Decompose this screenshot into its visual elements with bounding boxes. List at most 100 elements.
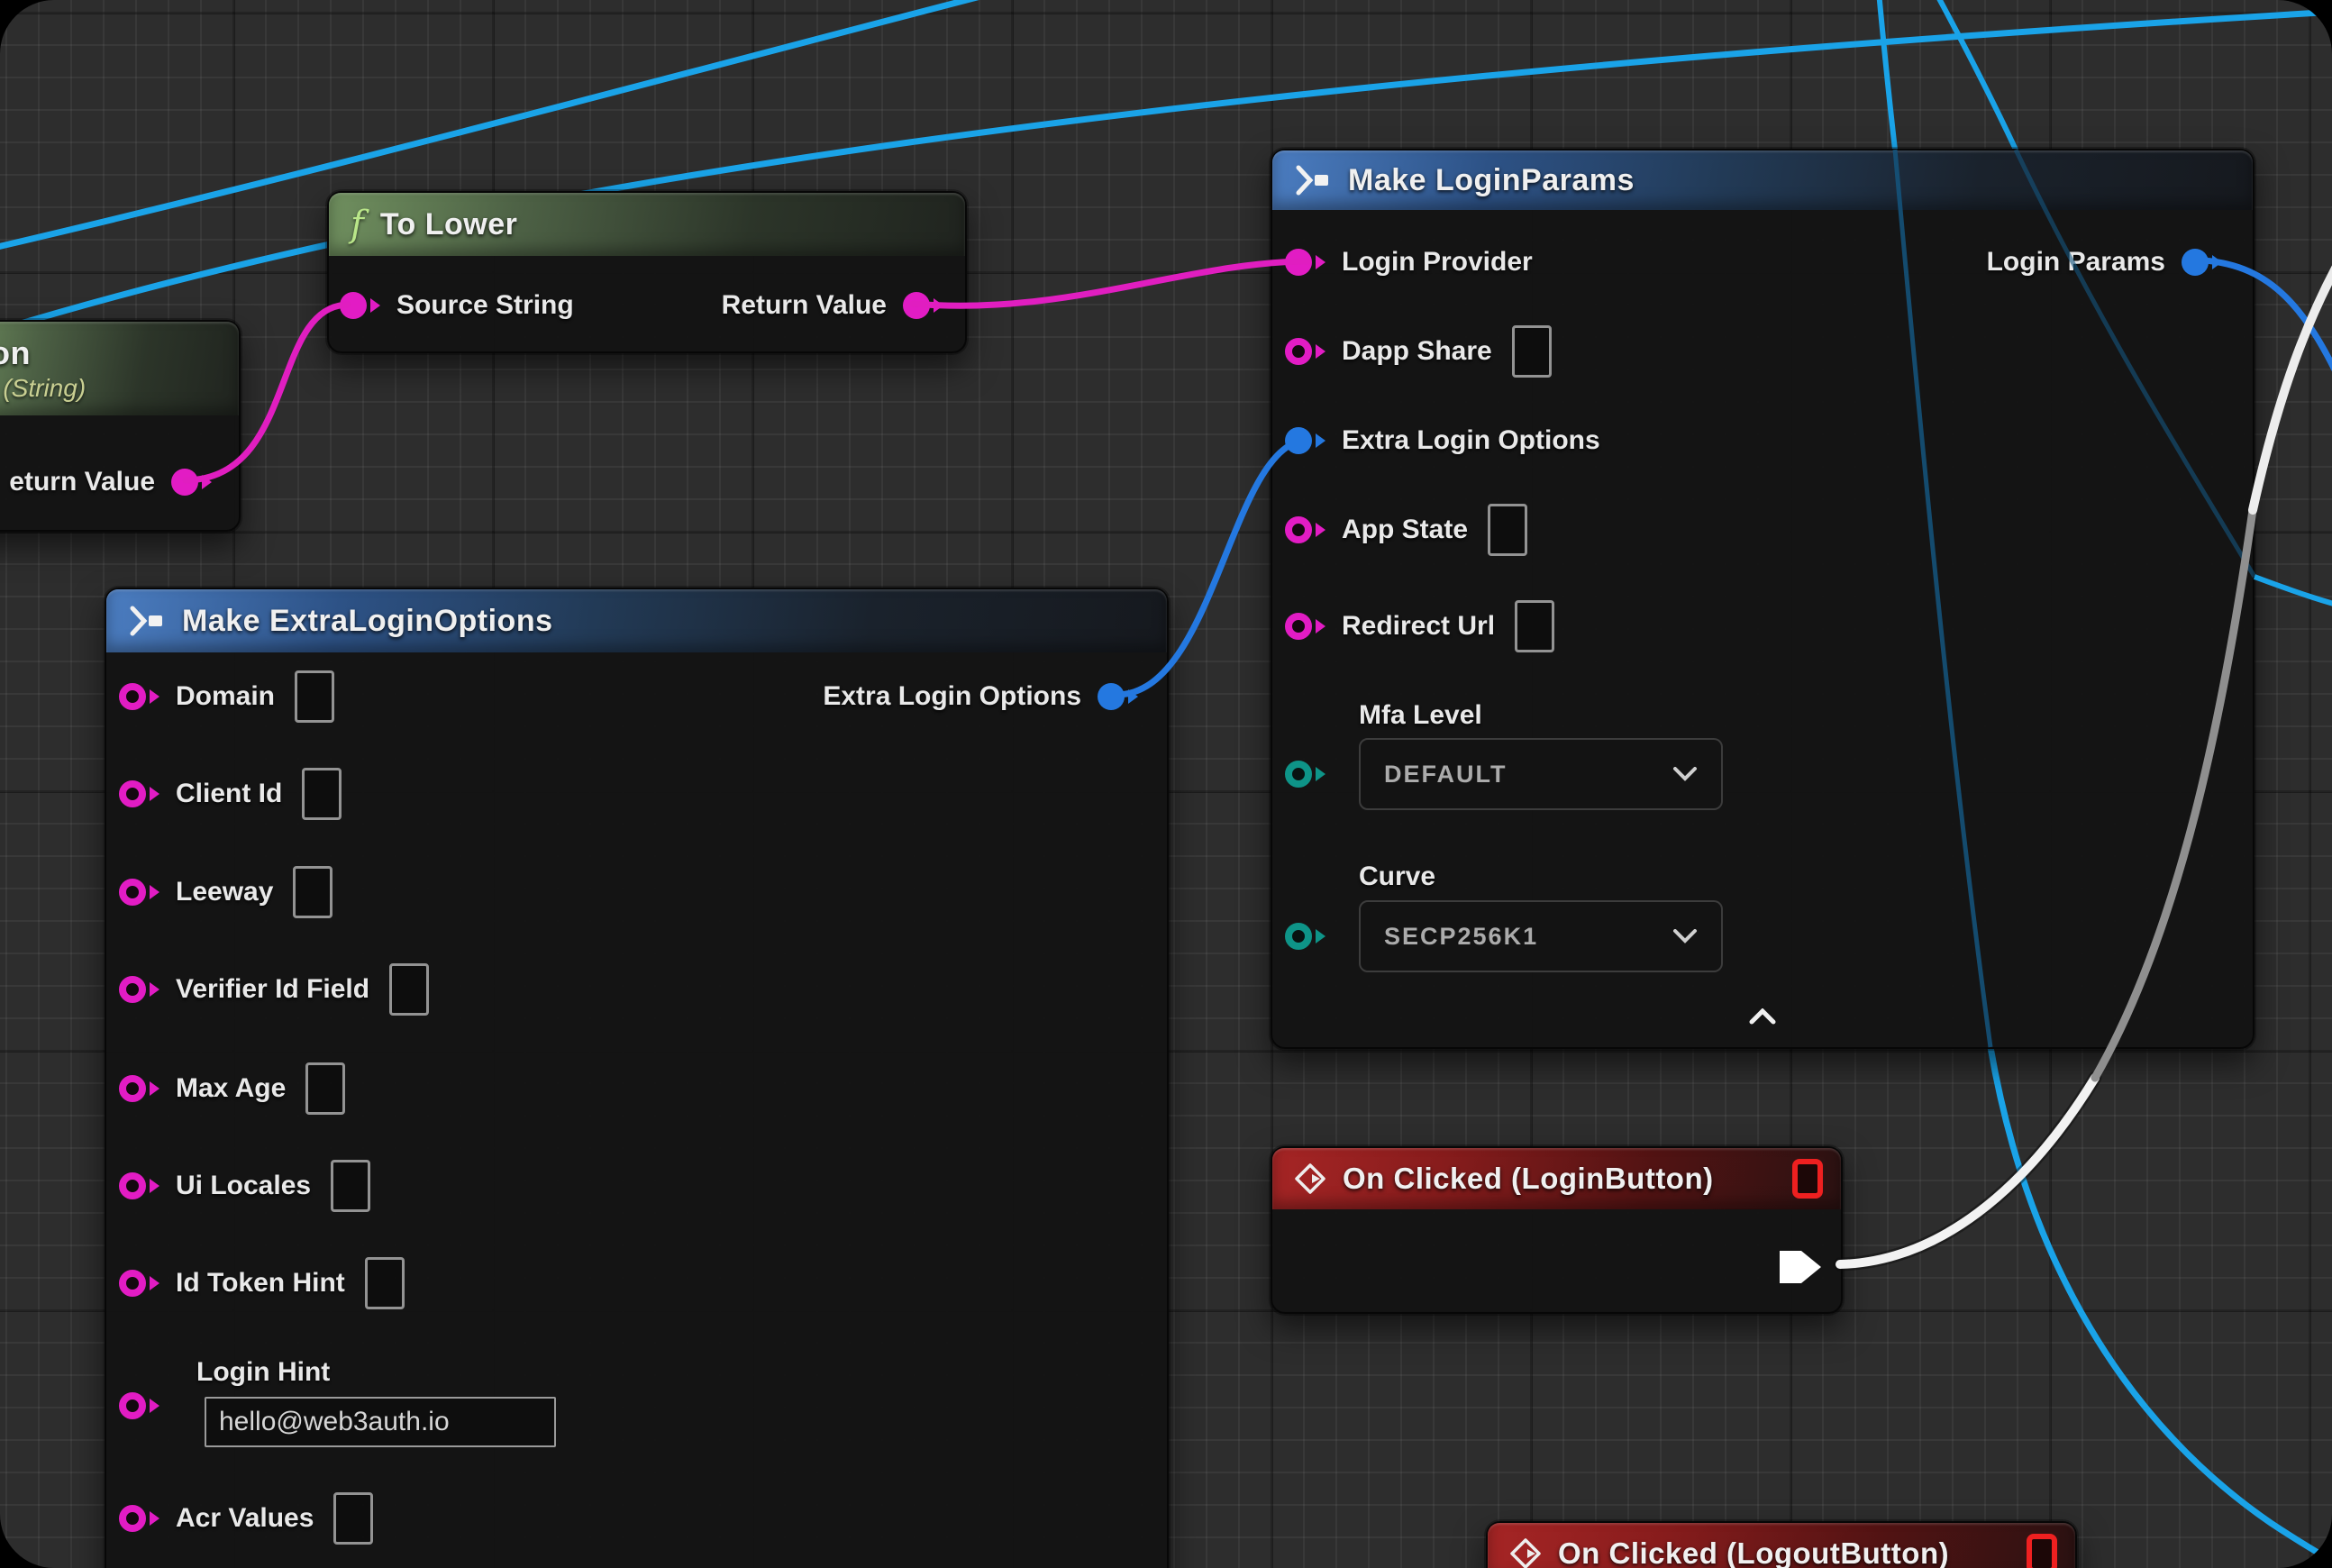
output-pin-login-params[interactable] — [2182, 249, 2209, 276]
input-pin-login-provider[interactable] — [1285, 249, 1312, 276]
node-make-login-params[interactable]: Make LoginParams Login Provider Login Pa… — [1271, 149, 2255, 1049]
pin-row-id-token-hint: Id Token Hint — [119, 1257, 405, 1309]
input-pin-app-state[interactable] — [1285, 516, 1312, 543]
input-pin-redirect-url[interactable] — [1285, 613, 1312, 640]
pin-row-login-hint — [119, 1392, 159, 1419]
mfa-level-value: DEFAULT — [1384, 761, 1508, 789]
output-pin-string[interactable] — [171, 469, 198, 496]
blueprint-graph-canvas[interactable]: tion ox (String) eturn Value f To Lower … — [0, 0, 2332, 1568]
value-box-redirect-url[interactable] — [1515, 600, 1554, 652]
input-pin-client-id[interactable] — [119, 780, 146, 807]
pin-wedge-icon — [934, 298, 943, 313]
node-to-lower-header[interactable]: f To Lower — [329, 193, 965, 256]
value-box-app-state[interactable] — [1488, 504, 1527, 556]
pin-wedge-icon — [1316, 767, 1325, 781]
node-title: Make ExtraLoginOptions — [182, 604, 553, 639]
value-box-domain[interactable] — [295, 670, 334, 723]
pin-label: Login Params — [1987, 247, 2165, 278]
mfa-level-dropdown[interactable]: DEFAULT — [1359, 738, 1723, 810]
wire-string-tolower-to-loginprovider — [913, 261, 1308, 305]
chevron-up-icon — [1749, 1008, 1776, 1025]
function-icon: f — [351, 204, 364, 245]
node-on-clicked-logout-button[interactable]: On Clicked (LogoutButton) — [1486, 1521, 2077, 1568]
curve-dropdown[interactable]: SECP256K1 — [1359, 900, 1723, 972]
output-pin-extra-login-options[interactable] — [1098, 683, 1125, 710]
value-box-verifier-id-field[interactable] — [389, 963, 429, 1016]
input-pin-source-string[interactable] — [340, 292, 367, 319]
output-pin-return-value[interactable] — [903, 292, 930, 319]
pin-wedge-icon — [1316, 523, 1325, 537]
pin-row-app-state: App State — [1285, 504, 1527, 556]
input-pin-ui-locales[interactable] — [119, 1172, 146, 1199]
node-truncated-function-header[interactable]: tion ox (String) — [0, 322, 239, 415]
pin-label: Verifier Id Field — [176, 974, 369, 1005]
event-enabled-indicator — [2027, 1534, 2057, 1568]
value-box-ui-locales[interactable] — [331, 1160, 370, 1212]
node-on-clicked-login-button[interactable]: On Clicked (LoginButton) — [1271, 1146, 1843, 1314]
pin-wedge-icon — [1316, 619, 1325, 634]
collapse-node-button[interactable] — [1749, 1008, 1776, 1029]
input-pin-verifier-id-field[interactable] — [119, 976, 146, 1003]
input-pin-mfa-level[interactable] — [1285, 761, 1312, 788]
node-on-clicked-logout-header[interactable]: On Clicked (LogoutButton) — [1488, 1523, 2075, 1568]
input-pin-acr-values[interactable] — [119, 1505, 146, 1532]
input-pin-id-token-hint[interactable] — [119, 1270, 146, 1297]
input-pin-leeway[interactable] — [119, 879, 146, 906]
exec-output-pin[interactable] — [1780, 1251, 1821, 1283]
node-to-lower[interactable]: f To Lower Source String Return Value — [327, 191, 967, 353]
value-box-acr-values[interactable] — [333, 1492, 373, 1545]
node-subtitle: ox (String) — [0, 374, 86, 403]
value-box-max-age[interactable] — [305, 1062, 345, 1115]
node-make-extra-login-options-header[interactable]: Make ExtraLoginOptions — [106, 589, 1167, 652]
node-make-extra-login-options[interactable]: Make ExtraLoginOptions Domain Extra Logi… — [105, 588, 1169, 1568]
pin-wedge-icon — [150, 1179, 159, 1193]
pin-row-source-string: Source String — [340, 290, 574, 321]
pin-label: Acr Values — [176, 1503, 314, 1534]
pin-row-client-id: Client Id — [119, 768, 342, 820]
input-pin-domain[interactable] — [119, 683, 146, 710]
input-pin-curve[interactable] — [1285, 923, 1312, 950]
input-pin-max-age[interactable] — [119, 1075, 146, 1102]
pin-wedge-icon — [150, 982, 159, 997]
node-make-login-params-header[interactable]: Make LoginParams — [1272, 150, 2253, 210]
pin-label: eturn Value — [9, 467, 155, 497]
pin-row-dapp-share: Dapp Share — [1285, 325, 1552, 378]
pin-row-ui-locales: Ui Locales — [119, 1160, 370, 1212]
event-diamond-icon — [1294, 1162, 1326, 1195]
pin-row-return-value: Return Value — [722, 290, 943, 321]
make-struct-icon — [128, 605, 166, 637]
pin-row-return-value-left: eturn Value — [9, 467, 212, 497]
event-diamond-icon — [1509, 1537, 1542, 1568]
input-pin-extra-login-options[interactable] — [1285, 427, 1312, 454]
login-hint-input[interactable] — [205, 1397, 556, 1447]
pin-wedge-icon — [370, 298, 380, 313]
node-title: tion — [0, 334, 31, 372]
chevron-down-icon — [1672, 767, 1698, 781]
pin-label-mfa-level: Mfa Level — [1359, 700, 1482, 731]
value-box-id-token-hint[interactable] — [365, 1257, 405, 1309]
pin-label: Dapp Share — [1342, 336, 1492, 367]
pin-row-extra-login-options-in: Extra Login Options — [1285, 425, 1600, 456]
pin-label: Extra Login Options — [823, 681, 1081, 712]
pin-wedge-icon — [150, 787, 159, 801]
pin-wedge-icon — [150, 1276, 159, 1290]
pin-label: Client Id — [176, 779, 282, 809]
value-box-client-id[interactable] — [302, 768, 342, 820]
pin-label: Ui Locales — [176, 1171, 311, 1201]
input-pin-dapp-share[interactable] — [1285, 338, 1312, 365]
pin-row-login-params-out: Login Params — [1987, 247, 2222, 278]
pin-row-leeway: Leeway — [119, 866, 332, 918]
pin-wedge-icon — [1316, 344, 1325, 359]
pin-row-mfa-level — [1285, 761, 1325, 788]
chevron-down-icon — [1672, 929, 1698, 944]
node-truncated-function[interactable]: tion ox (String) eturn Value — [0, 320, 241, 532]
event-enabled-indicator — [1792, 1159, 1823, 1199]
value-box-leeway[interactable] — [293, 866, 332, 918]
node-on-clicked-login-header[interactable]: On Clicked (LoginButton) — [1272, 1148, 1841, 1209]
wire-cyan-3-bottom — [1990, 1047, 2332, 1568]
input-pin-login-hint[interactable] — [119, 1392, 146, 1419]
pin-label-login-hint: Login Hint — [196, 1357, 330, 1388]
pin-wedge-icon — [150, 1081, 159, 1096]
pin-row-domain: Domain — [119, 670, 334, 723]
value-box-dapp-share[interactable] — [1512, 325, 1552, 378]
